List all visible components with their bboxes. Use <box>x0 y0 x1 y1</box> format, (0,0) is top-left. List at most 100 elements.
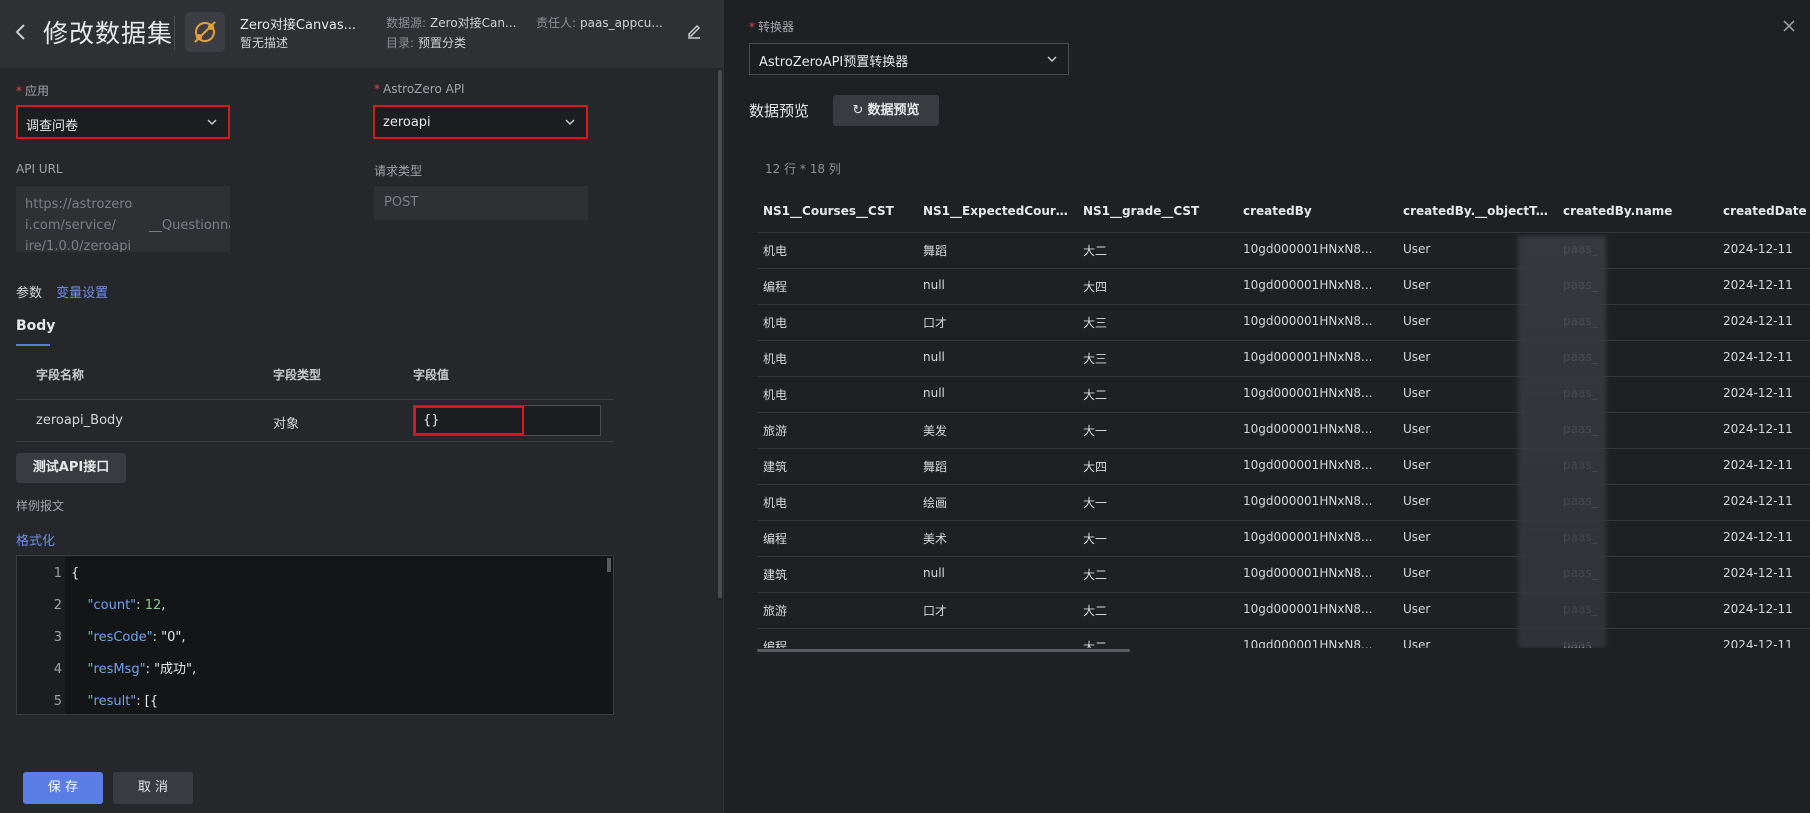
test-api-button[interactable]: 测试API接口 <box>16 453 126 483</box>
table-cell: 口才 <box>923 316 948 330</box>
column-header[interactable]: createdBy.__objectType <box>1403 204 1553 218</box>
api-select-value: zeroapi <box>383 115 431 130</box>
table-cell: 旅游 <box>763 604 788 618</box>
table-cell: 机电 <box>763 352 788 366</box>
converter-select-value: AstroZeroAPI预置转换器 <box>759 55 909 70</box>
api-url-line: https://astrozero <box>25 197 133 212</box>
close-icon[interactable] <box>1781 18 1797 34</box>
meta-datasource: 数据源: Zero对接Can... <box>386 14 516 31</box>
table-cell: 机电 <box>763 388 788 402</box>
table-cell: null <box>923 350 945 364</box>
meta-catalog: 目录: 预置分类 <box>386 34 466 51</box>
table-row <box>757 304 1810 305</box>
field-value-text: {} <box>414 406 524 435</box>
table-row <box>757 556 1810 557</box>
table-cell: 大四 <box>1083 280 1108 294</box>
table-cell: 大一 <box>1083 532 1108 546</box>
table-cell: 2024-12-11 <box>1723 422 1793 436</box>
chevron-down-icon <box>1047 56 1057 63</box>
table-cell: 大二 <box>1083 388 1108 402</box>
column-header[interactable]: NS1__ExpectedCours... <box>923 204 1073 218</box>
refresh-icon: ↻ <box>852 103 864 118</box>
app-select-value: 调查问卷 <box>26 119 79 134</box>
preview-button[interactable]: ↻ 数据预览 <box>833 95 939 126</box>
converter-select[interactable]: AstroZeroAPI预置转换器 <box>749 43 1069 75</box>
api-url-field[interactable]: https://astrozero i.com/service/ __Quest… <box>16 186 230 252</box>
dataset-description: 暂无描述 <box>240 36 289 50</box>
table-hscrollbar[interactable] <box>757 649 1130 652</box>
format-link[interactable]: 格式化 <box>16 530 55 549</box>
code-scrollbar[interactable] <box>607 558 611 572</box>
line-number: 5 <box>53 694 62 709</box>
table-row <box>757 268 1810 269</box>
column-header[interactable]: createdBy <box>1243 204 1393 218</box>
table-cell: 2024-12-11 <box>1723 242 1793 256</box>
table-cell: 10gd000001HNxN8... <box>1243 242 1373 256</box>
table-cell: 2024-12-11 <box>1723 314 1793 328</box>
tab-body[interactable]: Body <box>16 318 55 334</box>
table-cell: null <box>923 566 945 580</box>
line-number: 2 <box>53 598 62 613</box>
table-row <box>757 520 1810 521</box>
table-cell: 大二 <box>1083 604 1108 618</box>
save-button[interactable]: 保 存 <box>23 772 103 804</box>
converter-label-text: 转换器 <box>758 20 795 34</box>
code-line: 3 "resCode": "0", <box>17 622 613 654</box>
edit-icon[interactable] <box>684 20 704 40</box>
table-cell: 10gd000001HNxN8... <box>1243 638 1373 648</box>
column-header[interactable]: NS1__grade__CST <box>1083 204 1233 218</box>
code-text: "resCode": "0", <box>71 630 186 645</box>
table-cell: 2024-12-11 <box>1723 278 1793 292</box>
table-cell: 10gd000001HNxN8... <box>1243 530 1373 544</box>
code-line: 5 "result": [{ <box>17 686 613 714</box>
converter-label: * 转换器 <box>749 20 795 34</box>
tab-variables[interactable]: 变量设置 <box>56 286 108 301</box>
table-cell: 大一 <box>1083 424 1108 438</box>
api-url-line: ire/1.0.0/zeroapi <box>25 239 132 252</box>
table-cell: 机电 <box>763 244 788 258</box>
code-text: "resMsg": "成功", <box>71 662 197 677</box>
api-url-label: API URL <box>16 162 63 176</box>
table-cell: 10gd000001HNxN8... <box>1243 458 1373 472</box>
line-number: 1 <box>53 566 62 581</box>
api-select[interactable]: zeroapi <box>373 105 588 139</box>
col-field-value: 字段值 <box>413 368 450 382</box>
table-row <box>757 376 1810 377</box>
column-header[interactable]: NS1__Courses__CST <box>763 204 913 218</box>
line-number: 3 <box>53 630 62 645</box>
header-divider <box>174 16 175 50</box>
back-button[interactable] <box>12 20 30 44</box>
meta-datasource-value: Zero对接Can... <box>430 16 517 30</box>
table-cell: 大三 <box>1083 316 1108 330</box>
left-scrollbar[interactable] <box>718 70 722 598</box>
tab-params[interactable]: 参数 <box>16 286 42 301</box>
field-value-input[interactable]: {} <box>413 405 601 436</box>
table-cell: 10gd000001HNxN8... <box>1243 314 1373 328</box>
api-url-line: i.com/service/ __Questionna <box>25 218 230 233</box>
right-panel: * 转换器 AstroZeroAPI预置转换器 数据预览 ↻ 数据预览 12 行 *… <box>725 0 1810 813</box>
reqtype-field: POST <box>374 186 588 220</box>
code-text: { <box>71 566 80 581</box>
table-cell: 绘画 <box>923 496 948 510</box>
cancel-button[interactable]: 取 消 <box>113 772 193 804</box>
header-divider <box>757 232 1810 233</box>
column-header[interactable]: createdBy.name <box>1563 204 1703 218</box>
dataset-icon <box>185 12 225 52</box>
table-row <box>757 448 1810 449</box>
app-label-text: 应用 <box>25 84 50 98</box>
table-cell: 大二 <box>1083 244 1108 258</box>
table-cell: 大二 <box>1083 640 1108 648</box>
table-cell: 编程 <box>763 280 788 294</box>
app-select[interactable]: 调查问卷 <box>16 105 230 139</box>
table-cell: 2024-12-11 <box>1723 638 1793 648</box>
table-cell: null <box>923 386 945 400</box>
dataset-name: Zero对接Canvas... <box>240 18 357 33</box>
code-editor[interactable]: 1{2 "count": 12, 3 "resCode": "0", 4 "resM… <box>16 555 614 715</box>
table-row <box>757 484 1810 485</box>
column-header[interactable]: createdDate <box>1723 204 1810 218</box>
table-cell: 美发 <box>923 424 948 438</box>
api-label: * AstroZero API <box>374 82 465 96</box>
table-cell: 10gd000001HNxN8... <box>1243 386 1373 400</box>
table-cell: 口才 <box>923 604 948 618</box>
sample-label: 样例报文 <box>16 499 65 513</box>
